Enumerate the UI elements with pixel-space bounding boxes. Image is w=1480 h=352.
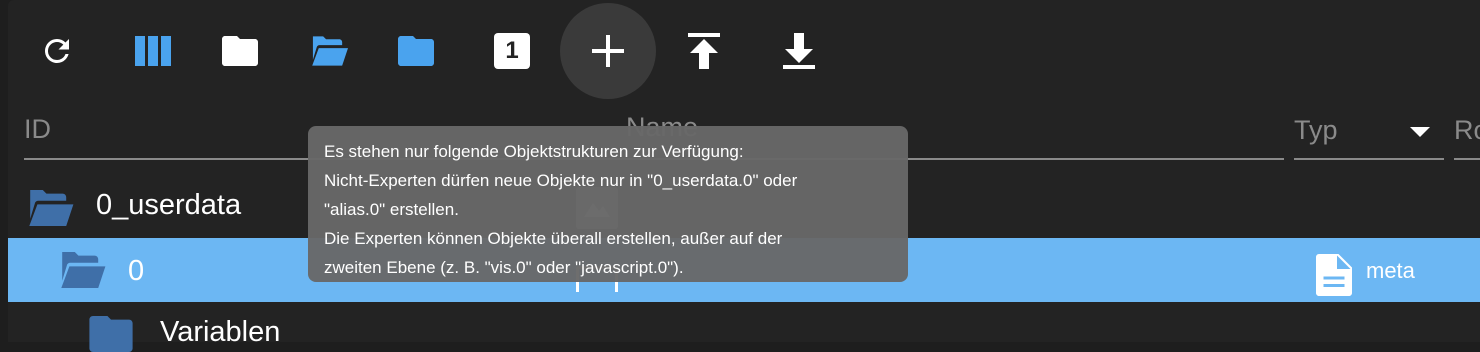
- refresh-button[interactable]: [12, 6, 102, 96]
- collapse-all-button[interactable]: [195, 6, 285, 96]
- folder-open-icon: [312, 36, 348, 66]
- folder-icon: [398, 36, 434, 66]
- tooltip-line: zweiten Ebene (z. B. "vis.0" oder "javas…: [324, 258, 684, 277]
- columns-button[interactable]: [108, 6, 198, 96]
- download-button[interactable]: [754, 6, 844, 96]
- chevron-down-icon[interactable]: [1410, 127, 1430, 137]
- column-header-typ[interactable]: Typ: [1294, 115, 1338, 146]
- column-header-id[interactable]: ID: [24, 114, 51, 145]
- level-label: 1: [505, 37, 519, 64]
- tooltip-line: Es stehen nur folgende Objektstrukturen …: [324, 142, 744, 161]
- download-icon: [783, 33, 815, 69]
- upload-button[interactable]: [659, 6, 749, 96]
- type-value: meta: [1366, 258, 1415, 283]
- refresh-icon: [44, 38, 69, 63]
- tooltip-line: Nicht-Experten dürfen neue Objekte nur i…: [324, 171, 798, 190]
- file-icon: [1316, 254, 1352, 296]
- level-one-icon: 1: [494, 33, 530, 69]
- add-object-button[interactable]: [560, 3, 656, 99]
- tree-row-label: 0: [128, 255, 145, 287]
- tooltip-line: "alias.0" erstellen.: [324, 200, 459, 219]
- tree-row-label: 0_userdata: [96, 189, 242, 221]
- folder-icon[interactable]: [88, 316, 134, 352]
- expand-all-button[interactable]: [284, 6, 374, 96]
- tooltip-line: Die Experten können Objekte überall erst…: [324, 229, 783, 248]
- filter-role-underline: [1454, 158, 1480, 160]
- plus-icon: [592, 35, 624, 67]
- upload-icon: [688, 33, 720, 69]
- folder-open-icon[interactable]: [56, 252, 108, 288]
- filter-typ-underline: [1294, 158, 1444, 160]
- folder-open-icon[interactable]: [24, 190, 76, 226]
- folder-icon: [222, 36, 258, 66]
- toolbar: 1: [0, 0, 1480, 100]
- level-button[interactable]: 1: [467, 6, 557, 96]
- tree-row-label: Variablen: [160, 316, 281, 348]
- add-object-tooltip: Es stehen nur folgende Objektstrukturen …: [308, 126, 908, 282]
- expand-one-step-button[interactable]: [371, 6, 461, 96]
- columns-icon: [135, 36, 171, 66]
- tree-row-variablen[interactable]: Variablen: [8, 302, 1480, 352]
- column-header-role[interactable]: Ro: [1454, 115, 1480, 146]
